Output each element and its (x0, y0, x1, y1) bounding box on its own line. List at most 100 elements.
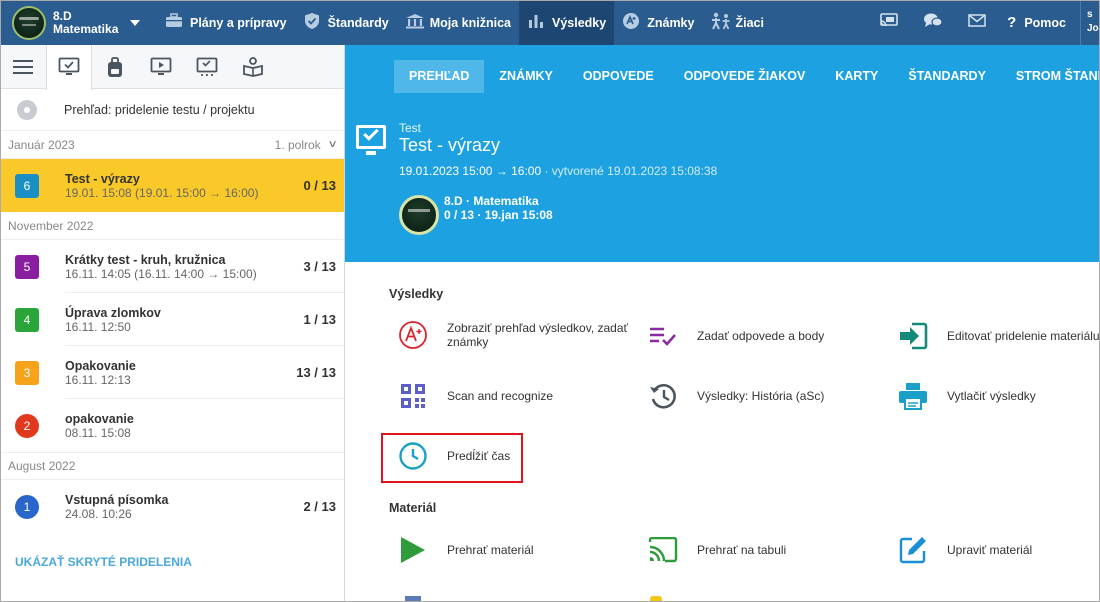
material-section-title: Materiál (389, 501, 437, 515)
mail-icon[interactable] (955, 13, 999, 32)
assignment-score: 2 / 13 (303, 499, 336, 514)
assignment-title: Opakovanie (65, 358, 136, 373)
assignment-number-badge: 2 (15, 413, 39, 438)
assignment-date: 16.11. 12:13 (65, 372, 131, 387)
students-icon (710, 12, 730, 34)
nav-results[interactable]: Výsledky (519, 0, 615, 45)
bar-chart-icon (527, 13, 545, 33)
print-results-label: Vytlačiť výsledky (947, 389, 1036, 403)
qr-code-icon (398, 381, 428, 411)
cast-icon (648, 535, 678, 565)
edit-assignment-label: Editovať pridelenie materiálu (947, 329, 1100, 343)
assignment-type: Test (399, 121, 422, 135)
assignment-date: 16.11. 14:05 (16.11. 14:00 → 15:00) (65, 266, 257, 281)
enter-answers-label: Zadať odpovede a body (697, 329, 825, 343)
assignment-date: 16.11. 12:50 (65, 319, 131, 334)
play-on-board-label: Prehrať na tabuli (697, 543, 787, 557)
scan-recognize-action[interactable]: Scan and recognize (398, 381, 553, 411)
user-name: Jo (1087, 23, 1099, 34)
assignment-title: Vstupná písomka (65, 492, 169, 507)
menu-icon[interactable] (0, 45, 46, 89)
nav-results-label: Výsledky (552, 15, 607, 30)
list-item[interactable]: 6 Test - výrazy 19.01. 15:08 (19.01. 15:… (0, 159, 344, 212)
partial-icon-yellow (650, 596, 662, 602)
tab-presentations[interactable] (138, 45, 184, 89)
cast-screen-icon[interactable] (867, 12, 911, 33)
assignment-score: 1 / 13 (303, 312, 336, 327)
list-item[interactable]: 4 Úprava zlomkov 16.11. 12:50 1 / 13 (0, 293, 344, 346)
chat-icon[interactable] (911, 12, 955, 34)
show-hidden-assignments-link[interactable]: UKÁZAŤ SKRYTÉ PRIDELENIA (15, 555, 192, 569)
assignment-title: Krátky test - kruh, kružnica (65, 252, 226, 267)
results-overview-action[interactable]: Zobraziť prehľad výsledkov, zadať známky (398, 320, 638, 350)
user-menu[interactable]: s Jo (1080, 0, 1100, 45)
play-icon (398, 535, 428, 565)
tab-homework[interactable] (92, 45, 138, 89)
list-item[interactable]: 2 opakovanie 08.11. 15:08 (0, 399, 344, 452)
monitor-list-icon (196, 57, 218, 76)
user-initials: s (1087, 9, 1093, 20)
month-header-aug: August 2022 (0, 452, 344, 480)
assignment-score: 0 / 13 (303, 178, 336, 193)
play-material-label: Prehrať materiál (447, 543, 534, 557)
assignment-date: 19.01. 15:08 (19.01. 15:00 → 16:00) (65, 185, 259, 200)
history-icon (648, 381, 678, 411)
play-on-board-action[interactable]: Prehrať na tabuli (648, 535, 786, 565)
overview-label: Prehľad: pridelenie testu / projektu (64, 102, 255, 117)
tab-tests[interactable] (46, 45, 92, 90)
partial-icon-blue (405, 596, 421, 602)
edit-assignment-action[interactable]: Editovať pridelenie materiálu (898, 321, 1100, 351)
play-screen-icon (150, 57, 172, 75)
left-panel-tabs (0, 45, 344, 90)
nav-students[interactable]: Žiaci (702, 0, 772, 45)
results-history-label: Výsledky: História (aSc) (697, 389, 825, 403)
tab-standards-tree[interactable]: STROM ŠTANDARDOV (1001, 60, 1100, 93)
help-button[interactable]: ? Pomoc (1007, 14, 1066, 31)
nav-grades-label: Známky (647, 15, 695, 30)
semester-select[interactable]: 1. polrok ∨ (275, 138, 338, 152)
highlight-annotation (381, 433, 523, 483)
list-item[interactable]: 1 Vstupná písomka 24.08. 10:26 2 / 13 (0, 480, 344, 533)
enter-answers-action[interactable]: Zadať odpovede a body (648, 321, 824, 351)
chevron-down-icon: ∨ (327, 139, 338, 150)
month-header-jan: Január 2023 1. polrok ∨ (0, 131, 344, 159)
assignment-overview-link[interactable]: Prehľad: pridelenie testu / projektu (0, 89, 344, 131)
checklist-icon (648, 321, 678, 351)
edit-material-action[interactable]: Upraviť materiál (898, 535, 1032, 565)
results-section-title: Výsledky (389, 287, 444, 301)
top-navigation-bar: 8.D Matematika Plány a prípravy Štandard… (0, 0, 1100, 45)
tab-reading[interactable] (230, 45, 276, 89)
assignment-title: Test - výrazy (65, 171, 140, 186)
nav-standards-label: Štandardy (327, 15, 389, 30)
nav-library[interactable]: Moja knižnica (397, 0, 519, 45)
list-item[interactable]: 3 Opakovanie 16.11. 12:13 13 / 13 (0, 346, 344, 399)
class-avatar (12, 5, 46, 40)
nav-standards[interactable]: Štandardy (295, 0, 397, 45)
tab-student-answers[interactable]: ODPOVEDE ŽIAKOV (669, 60, 821, 93)
play-material-action[interactable]: Prehrať materiál (398, 535, 534, 565)
nav-plans[interactable]: Plány a prípravy (157, 0, 295, 45)
tab-standards[interactable]: ŠTANDARDY (893, 60, 1001, 93)
scan-recognize-label: Scan and recognize (447, 389, 554, 403)
subject-name: Matematika (53, 21, 119, 36)
monitor-check-icon (58, 57, 80, 75)
month-header-nov: November 2022 (0, 212, 344, 240)
tab-answers[interactable]: ODPOVEDE (568, 60, 669, 93)
assignment-number-badge: 6 (15, 173, 39, 198)
nav-grades[interactable]: Známky (614, 0, 702, 45)
book-reader-icon (243, 56, 263, 77)
grades-icon (622, 12, 640, 34)
assignment-date: 24.08. 10:26 (65, 506, 132, 521)
results-history-action[interactable]: Výsledky: História (aSc) (648, 381, 824, 411)
tab-grades[interactable]: ZNÁMKY (484, 60, 567, 93)
tab-overview[interactable]: PREHĽAD (394, 59, 485, 93)
edit-assignment-icon (898, 321, 928, 351)
tab-cards[interactable]: KARTY (820, 60, 893, 93)
tab-online-tests[interactable] (184, 45, 230, 89)
list-item[interactable]: 5 Krátky test - kruh, kružnica 16.11. 14… (0, 240, 344, 293)
assignment-score: 3 / 13 (303, 259, 336, 274)
print-results-action[interactable]: Vytlačiť výsledky (898, 381, 1036, 411)
assignment-title: opakovanie (65, 411, 134, 426)
chevron-down-icon[interactable] (130, 19, 141, 26)
class-selector[interactable]: 8.D Matematika (0, 0, 157, 45)
